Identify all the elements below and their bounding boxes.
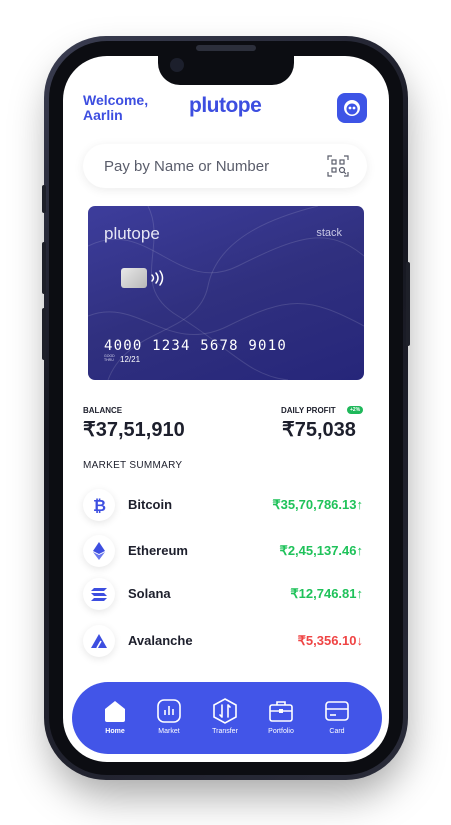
nav-label: Card <box>329 728 345 735</box>
bottom-nav: Home Market Transfer Portfolio Card <box>72 682 382 754</box>
card-brand: plutope <box>104 224 160 243</box>
coin-badge <box>83 535 115 567</box>
ethereum-icon <box>93 542 105 560</box>
coin-price: ₹12,746.81↑ <box>290 586 363 601</box>
coin-name: Solana <box>128 586 171 601</box>
nav-label: Home <box>105 728 125 735</box>
speaker-grille <box>196 45 256 51</box>
payment-card[interactable]: plutope stack 4000 1234 5678 9010 GOOD T… <box>88 206 364 380</box>
market-row-solana[interactable]: Solana ₹12,746.81↑ <box>83 578 367 612</box>
market-row-bitcoin[interactable]: ₿ Bitcoin ₹35,70,786.13↑ <box>83 489 367 523</box>
profit-badge: +2% <box>347 406 364 414</box>
home-icon <box>105 701 125 722</box>
bitcoin-icon: ₿ <box>93 497 106 513</box>
qr-scan-icon[interactable] <box>327 155 349 177</box>
daily-profit-label: DAILY PROFIT <box>281 406 336 415</box>
nav-portfolio[interactable]: Portfolio <box>256 698 306 735</box>
nav-home[interactable]: Home <box>90 698 140 735</box>
power-button <box>406 262 410 346</box>
card-icon <box>325 701 349 721</box>
avalanche-icon <box>91 634 107 648</box>
svg-text:₿: ₿ <box>93 497 106 513</box>
nav-card[interactable]: Card <box>312 698 362 735</box>
thru-label: THRU <box>104 358 114 362</box>
nav-market[interactable]: Market <box>144 698 194 735</box>
card-tag: stack <box>316 227 342 239</box>
welcome-greeting: Welcome, Aarlin <box>83 93 148 123</box>
card-expiry: 12/21 <box>120 355 141 364</box>
market-summary-title: MARKET SUMMARY <box>83 460 183 471</box>
volume-down-button <box>42 308 46 360</box>
chip-icon <box>121 268 147 288</box>
volume-up-button <box>42 242 46 294</box>
transfer-icon <box>213 698 237 724</box>
card-number: 4000 1234 5678 9010 <box>104 338 287 354</box>
balance-value: ₹37,51,910 <box>83 419 185 441</box>
coin-price: ₹5,356.10↓ <box>297 633 363 648</box>
avatar-icon <box>344 100 360 116</box>
daily-profit-value: ₹75,038 <box>282 419 356 441</box>
nav-transfer[interactable]: Transfer <box>200 698 250 735</box>
mute-switch <box>42 185 46 213</box>
chart-icon <box>157 699 181 723</box>
nav-label: Market <box>158 728 180 735</box>
good-thru-label: GOOD THRU <box>104 354 115 362</box>
coin-badge: ₿ <box>83 489 115 521</box>
front-camera <box>170 58 184 72</box>
coin-price: ₹35,70,786.13↑ <box>272 497 363 512</box>
coin-name: Avalanche <box>128 633 193 648</box>
coin-name: Bitcoin <box>128 497 173 512</box>
user-name: Aarlin <box>83 107 123 123</box>
coin-price: ₹2,45,137.46↑ <box>279 543 363 558</box>
app-logo: plutope <box>189 94 262 117</box>
solana-icon <box>91 587 107 601</box>
search-input[interactable]: Pay by Name or Number <box>104 158 269 175</box>
nav-label: Portfolio <box>268 728 294 735</box>
search-bar[interactable]: Pay by Name or Number <box>83 144 367 188</box>
market-row-ethereum[interactable]: Ethereum ₹2,45,137.46↑ <box>83 535 367 569</box>
welcome-text: Welcome, <box>83 92 149 108</box>
profile-button[interactable] <box>337 93 367 123</box>
coin-badge <box>83 578 115 610</box>
nav-label: Transfer <box>212 728 238 735</box>
balance-label: BALANCE <box>83 406 123 415</box>
briefcase-icon <box>269 701 293 722</box>
coin-badge <box>83 625 115 657</box>
contactless-icon <box>151 270 164 286</box>
market-row-avalanche[interactable]: Avalanche ₹5,356.10↓ <box>83 625 367 659</box>
coin-name: Ethereum <box>128 543 188 558</box>
